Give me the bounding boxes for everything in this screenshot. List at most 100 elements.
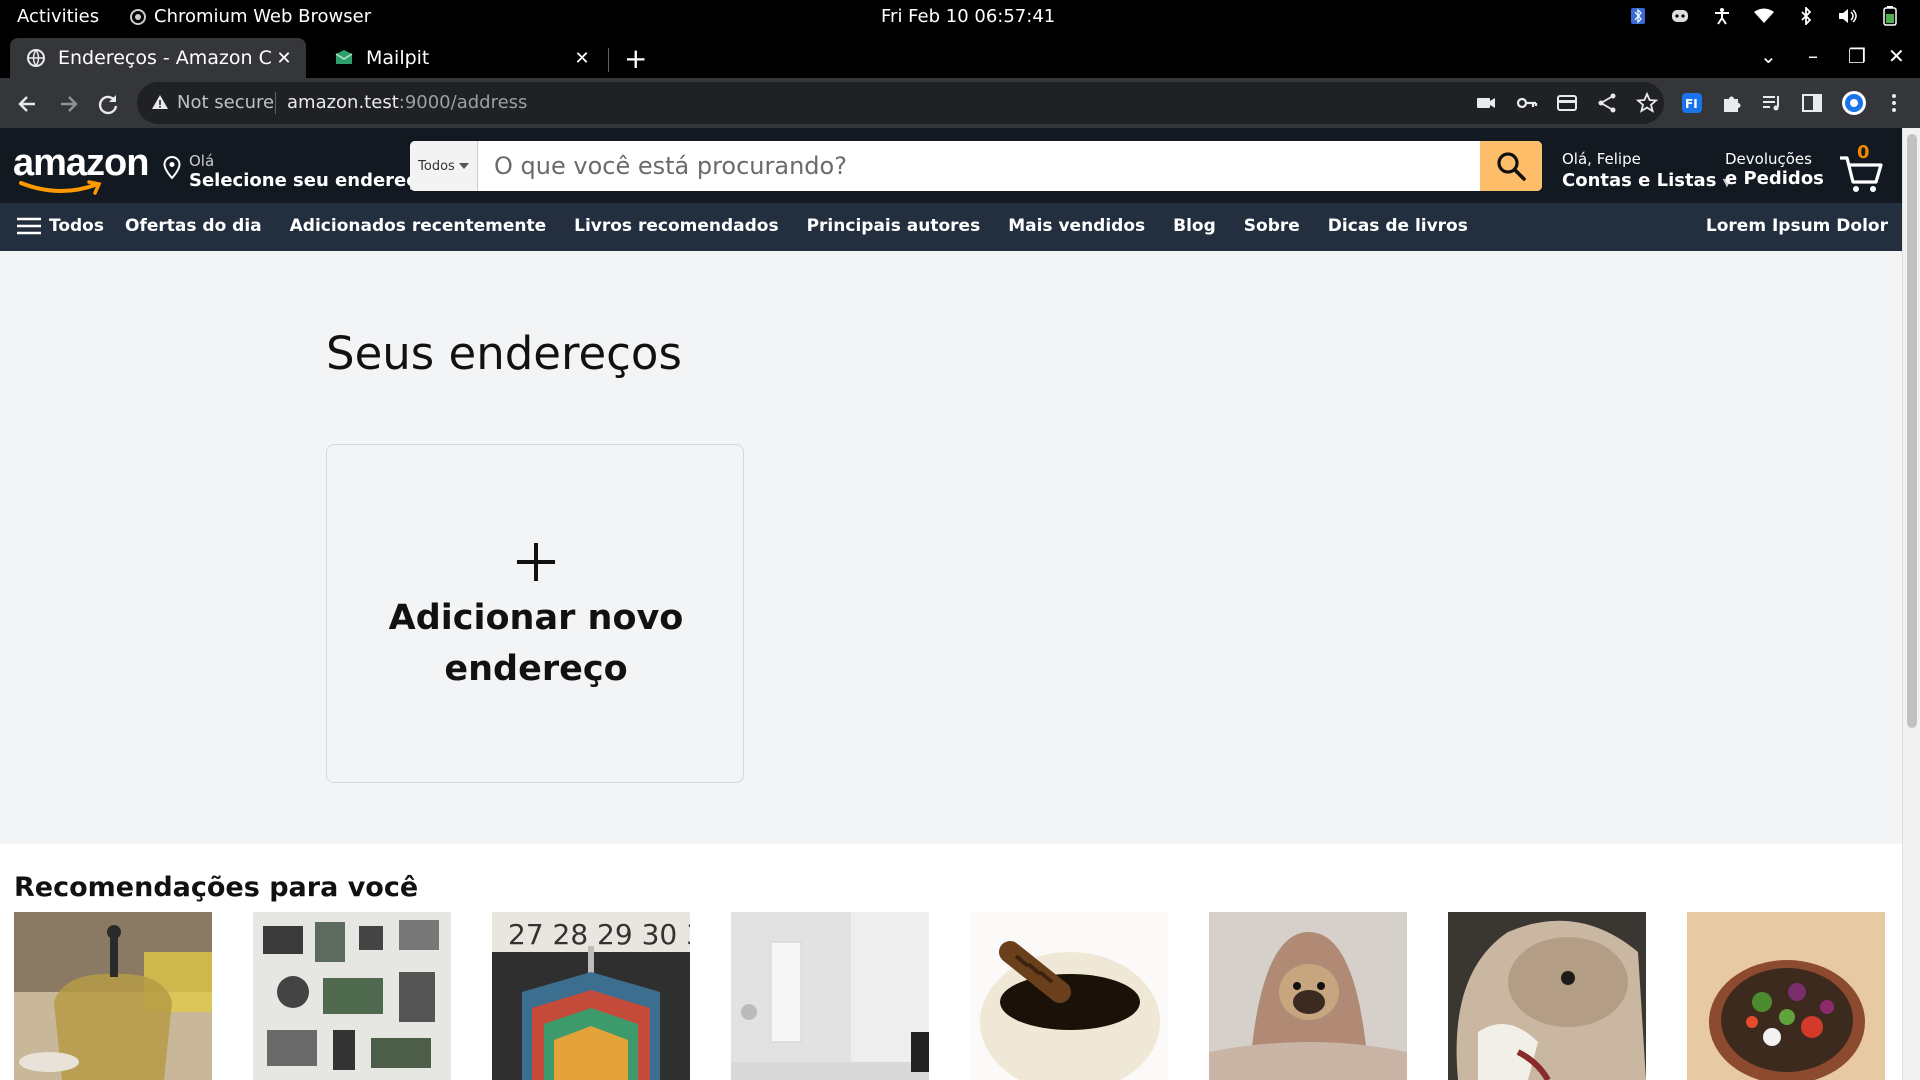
nav-item-adicionados[interactable]: Adicionados recentemente — [290, 216, 546, 236]
extension-fi-icon[interactable]: FI — [1680, 91, 1704, 115]
caret-down-icon — [458, 163, 469, 169]
teapot-image — [14, 912, 212, 1080]
discord-icon[interactable] — [1670, 6, 1690, 26]
recommendation-item[interactable] — [253, 912, 451, 1080]
globe-icon — [27, 49, 45, 67]
url-path: :9000/address — [398, 92, 528, 113]
search-bar: Todos — [410, 141, 1542, 191]
side-panel-icon[interactable] — [1800, 91, 1824, 115]
profile-avatar-icon[interactable] — [1840, 89, 1868, 117]
nav-item-blog[interactable]: Blog — [1173, 216, 1216, 236]
wifi-icon[interactable] — [1754, 6, 1774, 26]
cart-button[interactable]: 0 — [1838, 142, 1888, 194]
search-icon — [1497, 152, 1526, 181]
site-header: amazon Olá Selecione seu endereço Todos … — [0, 128, 1902, 203]
all-menu-button[interactable]: Todos — [17, 216, 104, 236]
page-title: Seus endereços — [326, 327, 682, 380]
recommendation-item[interactable] — [1209, 912, 1407, 1080]
key-icon[interactable] — [1515, 91, 1539, 115]
returns-orders-link[interactable]: Devoluções e Pedidos — [1725, 150, 1824, 189]
add-address-label: Adicionar novo endereço — [388, 598, 684, 689]
tab-title: Endereços - Amazon Clo — [58, 47, 272, 69]
tab-divider — [608, 48, 609, 72]
bookmark-star-icon[interactable] — [1635, 91, 1659, 115]
activities-button[interactable]: Activities — [17, 6, 99, 27]
recommendation-item[interactable] — [970, 912, 1168, 1080]
extensions-puzzle-icon[interactable] — [1720, 91, 1744, 115]
electronics-flatlay-image — [253, 912, 451, 1080]
search-button[interactable] — [1480, 141, 1542, 191]
reload-icon[interactable] — [95, 91, 121, 117]
clothes-rack-image: 27 28 29 30 31 — [492, 912, 690, 1080]
app-menu[interactable]: Chromium Web Browser — [130, 6, 371, 27]
more-menu-icon[interactable] — [1882, 91, 1906, 115]
app-name: Chromium Web Browser — [154, 6, 372, 27]
recommendation-item[interactable] — [1687, 912, 1885, 1080]
address-bar[interactable]: Not secure amazon.test:9000/address — [137, 82, 1664, 124]
nav-items: Ofertas do dia Adicionados recentemente … — [125, 216, 1468, 236]
recommendation-item[interactable]: 27 28 29 30 31 — [492, 912, 690, 1080]
share-icon[interactable] — [1595, 91, 1619, 115]
search-category-label: Todos — [418, 158, 455, 174]
page-scrollbar[interactable] — [1902, 128, 1920, 1080]
search-category-select[interactable]: Todos — [410, 141, 478, 191]
nav-right-link[interactable]: Lorem Ipsum Dolor — [1706, 216, 1888, 236]
nav-item-livros-recomendados[interactable]: Livros recomendados — [574, 216, 778, 236]
svg-text:FI: FI — [1685, 97, 1698, 111]
recommendation-item[interactable] — [1448, 912, 1646, 1080]
battery-icon[interactable] — [1880, 6, 1900, 26]
account-label-row: Contas e Listas ▼ — [1562, 170, 1731, 191]
calendar-numbers: 27 28 29 30 31 — [508, 918, 690, 951]
media-queue-icon[interactable] — [1760, 91, 1784, 115]
site-nav: Todos Ofertas do dia Adicionados recente… — [0, 203, 1902, 251]
all-menu-label: Todos — [49, 216, 104, 236]
card-icon[interactable] — [1555, 91, 1579, 115]
search-input[interactable] — [478, 141, 1480, 191]
tab-mailpit[interactable]: Mailpit ✕ — [318, 38, 604, 78]
mailpit-icon — [335, 50, 353, 64]
amazon-logo[interactable]: amazon — [13, 142, 149, 195]
restore-icon[interactable]: ❐ — [1848, 44, 1866, 68]
system-top-bar: Activities Chromium Web Browser Fri Feb … — [0, 0, 1920, 34]
recommendation-item[interactable] — [731, 912, 929, 1080]
system-tray[interactable] — [1628, 6, 1900, 26]
tab-strip: Endereços - Amazon Clo ✕ Mailpit ✕ — [0, 34, 1920, 78]
account-label: Contas e Listas — [1562, 170, 1717, 191]
nav-item-sobre[interactable]: Sobre — [1244, 216, 1300, 236]
nav-item-principais-autores[interactable]: Principais autores — [807, 216, 981, 236]
bluetooth-icon[interactable] — [1796, 6, 1816, 26]
accessibility-icon[interactable] — [1712, 6, 1732, 26]
account-greeting: Olá, Felipe — [1562, 150, 1641, 168]
pug-blanket-image — [1209, 912, 1407, 1080]
cart-icon — [1840, 156, 1883, 192]
forward-icon[interactable] — [55, 91, 81, 117]
camera-icon[interactable] — [1474, 91, 1498, 115]
minimize-icon[interactable]: – — [1808, 44, 1818, 68]
location-pin-icon — [163, 156, 181, 180]
bluetooth-app-icon[interactable] — [1628, 6, 1648, 26]
hamburger-icon — [17, 217, 41, 235]
url-host: amazon.test — [287, 92, 399, 113]
scrollbar-thumb[interactable] — [1907, 134, 1917, 728]
clock[interactable]: Fri Feb 10 06:57:41 — [881, 6, 1055, 27]
desk-laptop-image — [731, 912, 929, 1080]
nav-item-dicas[interactable]: Dicas de livros — [1328, 216, 1468, 236]
tab-amazon-addresses[interactable]: Endereços - Amazon Clo ✕ — [10, 38, 306, 78]
omnibox-divider — [275, 92, 276, 114]
add-address-card[interactable]: Adicionar novo endereço — [326, 444, 744, 783]
new-tab-icon[interactable]: + — [624, 42, 647, 75]
close-tab-icon[interactable]: ✕ — [272, 48, 296, 69]
volume-icon[interactable] — [1838, 6, 1858, 26]
tab-search-icon[interactable]: ⌄ — [1760, 44, 1777, 68]
nav-item-ofertas[interactable]: Ofertas do dia — [125, 216, 262, 236]
recommendation-item[interactable] — [14, 912, 212, 1080]
nav-item-mais-vendidos[interactable]: Mais vendidos — [1008, 216, 1145, 236]
back-icon[interactable] — [15, 91, 41, 117]
security-label[interactable]: Not secure — [177, 92, 274, 113]
close-window-icon[interactable]: ✕ — [1888, 44, 1905, 68]
close-tab-icon[interactable]: ✕ — [570, 48, 594, 69]
url-text[interactable]: amazon.test:9000/address — [287, 92, 527, 113]
location-greeting: Olá — [189, 152, 215, 170]
account-menu[interactable]: Olá, Felipe Contas e Listas ▼ — [1562, 150, 1731, 191]
orders-line1: Devoluções — [1725, 150, 1812, 168]
